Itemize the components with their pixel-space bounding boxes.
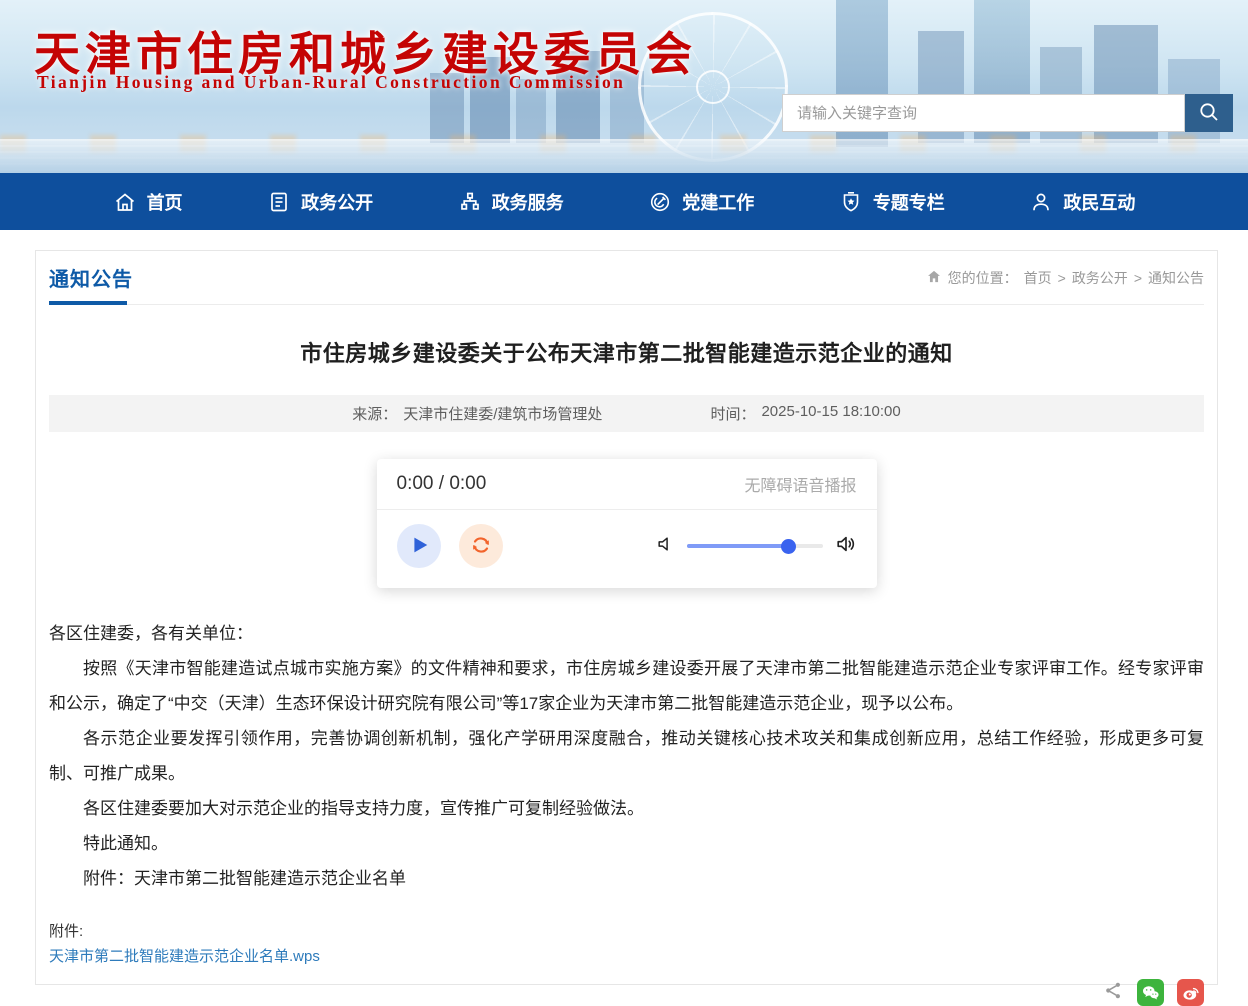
wechat-share-icon[interactable] <box>1137 979 1164 1006</box>
audio-player-controls <box>377 510 877 588</box>
breadcrumb-separator: > <box>1058 270 1066 286</box>
shield-star-icon <box>839 190 863 214</box>
weibo-share-icon[interactable] <box>1177 979 1204 1006</box>
volume-slider-fill <box>687 544 789 548</box>
section-header: 通知公告 您的位置： 首页 > 政务公开 > 通知公告 <box>49 251 1204 305</box>
nav-item-services[interactable]: 政务服务 <box>458 189 564 215</box>
article-title: 市住房城乡建设委关于公布天津市第二批智能建造示范企业的通知 <box>49 336 1204 368</box>
tab-active-bar <box>49 301 127 305</box>
volume-slider-thumb[interactable] <box>781 539 796 554</box>
article-source: 来源： 天津市住建委/建筑市场管理处 <box>352 403 602 424</box>
volume-max-icon <box>835 533 857 560</box>
nav-item-label: 首页 <box>147 189 183 215</box>
attachment-label: 附件: <box>49 922 1204 942</box>
volume-controls <box>655 533 857 560</box>
nav-item-label: 政民互动 <box>1063 189 1135 215</box>
breadcrumb-prefix: 您的位置： <box>948 268 1018 288</box>
replay-icon <box>469 533 493 560</box>
article-meta-bar: 来源： 天津市住建委/建筑市场管理处 时间： 2025-10-15 18:10:… <box>49 395 1204 432</box>
audio-time: 0:00 / 0:00 <box>397 473 487 495</box>
nav-item-label: 党建工作 <box>682 189 754 215</box>
document-icon <box>267 190 291 214</box>
play-icon <box>408 534 430 559</box>
breadcrumb-separator: > <box>1134 270 1142 286</box>
paragraph: 各区住建委，各有关单位： <box>49 616 1204 651</box>
nav-item-topics[interactable]: 专题专栏 <box>839 189 945 215</box>
replay-button[interactable] <box>459 524 503 568</box>
volume-min-icon <box>655 534 675 559</box>
tab-notices[interactable]: 通知公告 <box>49 251 133 304</box>
source-value: 天津市住建委/建筑市场管理处 <box>403 403 602 424</box>
nav-item-label: 专题专栏 <box>873 189 945 215</box>
paragraph: 按照《天津市智能建造试点城市实施方案》的文件精神和要求，市住房城乡建设委开展了天… <box>49 651 1204 721</box>
breadcrumb-link-home[interactable]: 首页 <box>1024 268 1052 288</box>
person-icon <box>1029 190 1053 214</box>
article-body: 各区住建委，各有关单位： 按照《天津市智能建造试点城市实施方案》的文件精神和要求… <box>49 616 1204 896</box>
paragraph: 附件：天津市第二批智能建造示范企业名单 <box>49 861 1204 896</box>
share-row <box>49 979 1204 1006</box>
party-emblem-icon <box>648 190 672 214</box>
org-chart-icon <box>458 190 482 214</box>
home-icon <box>113 190 137 214</box>
site-banner: 天津市住房和城乡建设委员会 Tianjin Housing and Urban-… <box>0 0 1248 173</box>
source-label: 来源： <box>352 403 397 424</box>
tab-label: 通知公告 <box>49 263 133 292</box>
attachment-link[interactable]: 天津市第二批智能建造示范企业名单.wps <box>49 947 320 967</box>
nav-item-label: 政务服务 <box>492 189 564 215</box>
audio-player-header: 0:00 / 0:00 无障碍语音播报 <box>377 459 877 510</box>
nav-item-disclosure[interactable]: 政务公开 <box>267 189 373 215</box>
search-icon <box>1197 100 1221 127</box>
nav-item-home[interactable]: 首页 <box>113 189 183 215</box>
breadcrumb-link-notices[interactable]: 通知公告 <box>1148 268 1204 288</box>
banner-water <box>0 139 1248 173</box>
content-panel: 通知公告 您的位置： 首页 > 政务公开 > 通知公告 市住房城乡建设委关于公布… <box>35 250 1218 985</box>
search-button[interactable] <box>1185 94 1233 132</box>
search-bar <box>782 94 1233 132</box>
site-title-english: Tianjin Housing and Urban-Rural Construc… <box>37 72 625 93</box>
time-label: 时间： <box>710 403 755 424</box>
volume-slider[interactable] <box>687 544 823 548</box>
breadcrumb-link-disclosure[interactable]: 政务公开 <box>1072 268 1128 288</box>
breadcrumb-home-icon <box>926 269 942 287</box>
main-nav: 首页 政务公开 政务服务 党建工作 <box>0 173 1248 230</box>
article-time: 时间： 2025-10-15 18:10:00 <box>710 403 900 424</box>
paragraph: 各区住建委要加大对示范企业的指导支持力度，宣传推广可复制经验做法。 <box>49 791 1204 826</box>
search-input[interactable] <box>782 94 1185 132</box>
nav-item-party[interactable]: 党建工作 <box>648 189 754 215</box>
paragraph: 特此通知。 <box>49 826 1204 861</box>
nav-item-interaction[interactable]: 政民互动 <box>1029 189 1135 215</box>
paragraph: 各示范企业要发挥引领作用，完善协调创新机制，强化产学研用深度融合，推动关键核心技… <box>49 721 1204 791</box>
audio-caption: 无障碍语音播报 <box>744 472 856 496</box>
audio-player: 0:00 / 0:00 无障碍语音播报 <box>377 459 877 588</box>
attachment-block: 附件: 天津市第二批智能建造示范企业名单.wps <box>49 922 1204 967</box>
time-value: 2025-10-15 18:10:00 <box>761 403 900 424</box>
share-icon[interactable] <box>1103 980 1124 1006</box>
breadcrumb: 您的位置： 首页 > 政务公开 > 通知公告 <box>926 268 1204 288</box>
nav-item-label: 政务公开 <box>301 189 373 215</box>
play-button[interactable] <box>397 524 441 568</box>
